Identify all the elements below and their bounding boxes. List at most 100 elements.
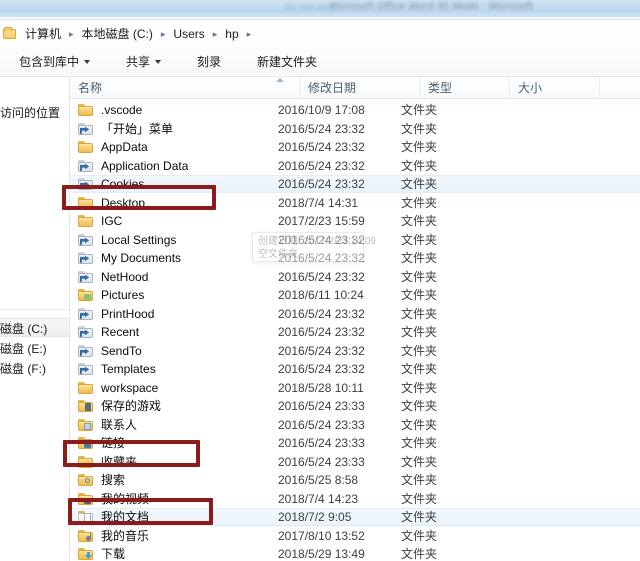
file-name: 下载 [101, 547, 126, 561]
file-date-modified: 2016/5/24 23:32 [278, 325, 365, 339]
column-header-size[interactable]: 大小 [510, 77, 600, 99]
chevron-down-icon [155, 60, 162, 64]
table-row[interactable]: Pictures 2018/6/11 10:24 文件夹 [70, 286, 640, 304]
table-row[interactable]: workspace 2018/5/28 10:11 文件夹 [70, 379, 640, 397]
chevron-right-icon: ▸ [212, 29, 218, 39]
file-type: 文件夹 [401, 103, 438, 117]
table-row[interactable]: My Documents 2016/5/24 23:32 文件夹 [70, 249, 640, 267]
breadcrumb-item-hp[interactable]: hp [222, 25, 241, 43]
table-row[interactable]: 「开始」菜单 2016/5/24 23:32 文件夹 [70, 120, 640, 138]
window-title-bar: file edit view Microsoft Office Word 95 … [0, 0, 640, 17]
table-row[interactable]: 下载 2018/5/29 13:49 文件夹 [70, 545, 640, 561]
file-name: 搜索 [101, 473, 126, 487]
file-type: 文件夹 [401, 288, 438, 302]
chevron-down-icon [84, 60, 91, 64]
table-row[interactable]: .vscode 2016/10/9 17:08 文件夹 [70, 101, 640, 119]
title-bar-separator [0, 17, 640, 20]
file-date-modified: 2016/5/25 8:58 [278, 473, 359, 487]
file-date-modified: 2016/5/24 23:33 [278, 399, 365, 413]
breadcrumb-item-local-disk-c[interactable]: 本地磁盘 (C:) [79, 25, 156, 43]
table-row[interactable]: Templates 2016/5/24 23:32 文件夹 [70, 360, 640, 378]
table-row[interactable]: 搜索 2016/5/25 8:58 文件夹 [70, 471, 640, 489]
nav-item-local-disk-e[interactable]: 磁盘 (E:) [0, 341, 47, 357]
table-row[interactable]: NetHood 2016/5/24 23:32 文件夹 [70, 268, 640, 286]
column-header-type[interactable]: 类型 [420, 77, 510, 99]
table-row[interactable]: AppData 2016/5/24 23:32 文件夹 [70, 138, 640, 156]
burn-button[interactable]: 刻录 [188, 49, 230, 74]
nav-item-recent-places[interactable]: 访问的位置 [0, 105, 60, 121]
file-date-modified: 2016/5/24 23:32 [278, 306, 365, 321]
junction-folder-icon [78, 232, 94, 248]
navigation-pane: 访问的位置 磁盘 (C:) 磁盘 (E:) 磁盘 (F:) [0, 77, 69, 561]
table-row[interactable]: Desktop 2018/7/4 14:31 文件夹 [70, 194, 640, 212]
table-row[interactable]: 我的文档 2018/7/2 9:05 文件夹 [70, 508, 640, 526]
folder-icon [78, 472, 94, 488]
table-row[interactable]: PrintHood 2016/5/24 23:32 文件夹 [70, 305, 640, 323]
junction-folder-icon [78, 361, 94, 377]
table-row[interactable]: Application Data 2016/5/24 23:32 文件夹 [70, 157, 640, 175]
file-name: 联系人 [101, 417, 138, 432]
junction-folder-icon [78, 343, 94, 359]
nav-item-local-disk-c[interactable]: 磁盘 (C:) [0, 321, 47, 337]
column-header-extra[interactable] [600, 77, 640, 99]
file-type: 文件夹 [401, 491, 438, 506]
file-type: 文件夹 [401, 510, 438, 524]
file-name: My Documents [101, 251, 182, 265]
junction-folder-icon [78, 269, 94, 285]
chevron-right-icon: ▸ [246, 29, 252, 39]
folder-icon [78, 454, 94, 470]
file-type: 文件夹 [401, 547, 438, 561]
file-type: 文件夹 [401, 436, 438, 450]
table-row[interactable]: SendTo 2016/5/24 23:32 文件夹 [70, 342, 640, 360]
table-row[interactable]: 链接 2016/5/24 23:33 文件夹 [70, 434, 640, 452]
folder-icon [78, 102, 94, 118]
table-row[interactable]: Local Settings 2016/5/24 23:32 文件夹 [70, 231, 640, 249]
include-in-library-button[interactable]: 包含到库中 [10, 49, 99, 74]
burn-label: 刻录 [197, 55, 222, 69]
file-name: 我的文档 [101, 510, 150, 524]
file-date-modified: 2018/7/4 14:31 [278, 195, 359, 210]
chevron-right-icon: ▸ [160, 29, 166, 39]
file-name: 链接 [101, 436, 126, 450]
folder-icon [78, 546, 94, 561]
folder-icon [78, 380, 94, 396]
share-label: 共享 [126, 55, 151, 69]
file-name: Desktop [101, 195, 146, 210]
table-row[interactable]: 保存的游戏 2016/5/24 23:33 文件夹 [70, 397, 640, 415]
file-date-modified: 2017/8/10 13:52 [278, 528, 365, 543]
address-bar[interactable]: 计算机 ▸ 本地磁盘 (C:) ▸ Users ▸ hp ▸ [0, 21, 640, 47]
file-date-modified: 2016/5/24 23:32 [278, 269, 365, 284]
file-type: 文件夹 [401, 214, 438, 228]
column-header-name[interactable]: 名称 [70, 77, 300, 99]
file-type: 文件夹 [401, 325, 438, 339]
table-row[interactable]: Recent 2016/5/24 23:32 文件夹 [70, 323, 640, 341]
file-name: 我的音乐 [101, 528, 150, 543]
breadcrumb-item-computer[interactable]: 计算机 [22, 25, 64, 43]
file-name: Local Settings [101, 232, 177, 247]
table-row[interactable]: 我的视频 2018/7/4 14:23 文件夹 [70, 490, 640, 508]
file-date-modified: 2016/5/24 23:33 [278, 454, 365, 469]
file-name: 收藏夹 [101, 454, 138, 469]
junction-folder-icon [78, 121, 94, 137]
column-header-date-modified[interactable]: 修改日期 [300, 77, 420, 99]
table-row[interactable]: Cookies 2016/5/24 23:32 文件夹 [70, 175, 640, 193]
folder-icon [78, 435, 94, 451]
new-folder-button[interactable]: 新建文件夹 [248, 49, 326, 74]
table-row[interactable]: 我的音乐 2017/8/10 13:52 文件夹 [70, 527, 640, 545]
file-name: Recent [101, 325, 140, 339]
table-row[interactable]: 联系人 2016/5/24 23:33 文件夹 [70, 416, 640, 434]
breadcrumb-item-users[interactable]: Users [170, 25, 207, 43]
file-name: 「开始」菜单 [101, 121, 174, 136]
table-row[interactable]: 收藏夹 2016/5/24 23:33 文件夹 [70, 453, 640, 471]
file-name: .vscode [101, 103, 143, 117]
file-date-modified: 2018/5/29 13:49 [278, 547, 365, 561]
junction-folder-icon [78, 158, 94, 174]
file-name: Templates [101, 362, 156, 376]
table-row[interactable]: IGC 2017/2/23 15:59 文件夹 [70, 212, 640, 230]
window-title-left-blurred: file edit view [285, 2, 335, 12]
file-type: 文件夹 [401, 158, 438, 173]
share-button[interactable]: 共享 [117, 49, 170, 74]
file-name: Pictures [101, 288, 145, 302]
file-type: 文件夹 [401, 195, 438, 210]
nav-item-local-disk-f[interactable]: 磁盘 (F:) [0, 361, 46, 377]
